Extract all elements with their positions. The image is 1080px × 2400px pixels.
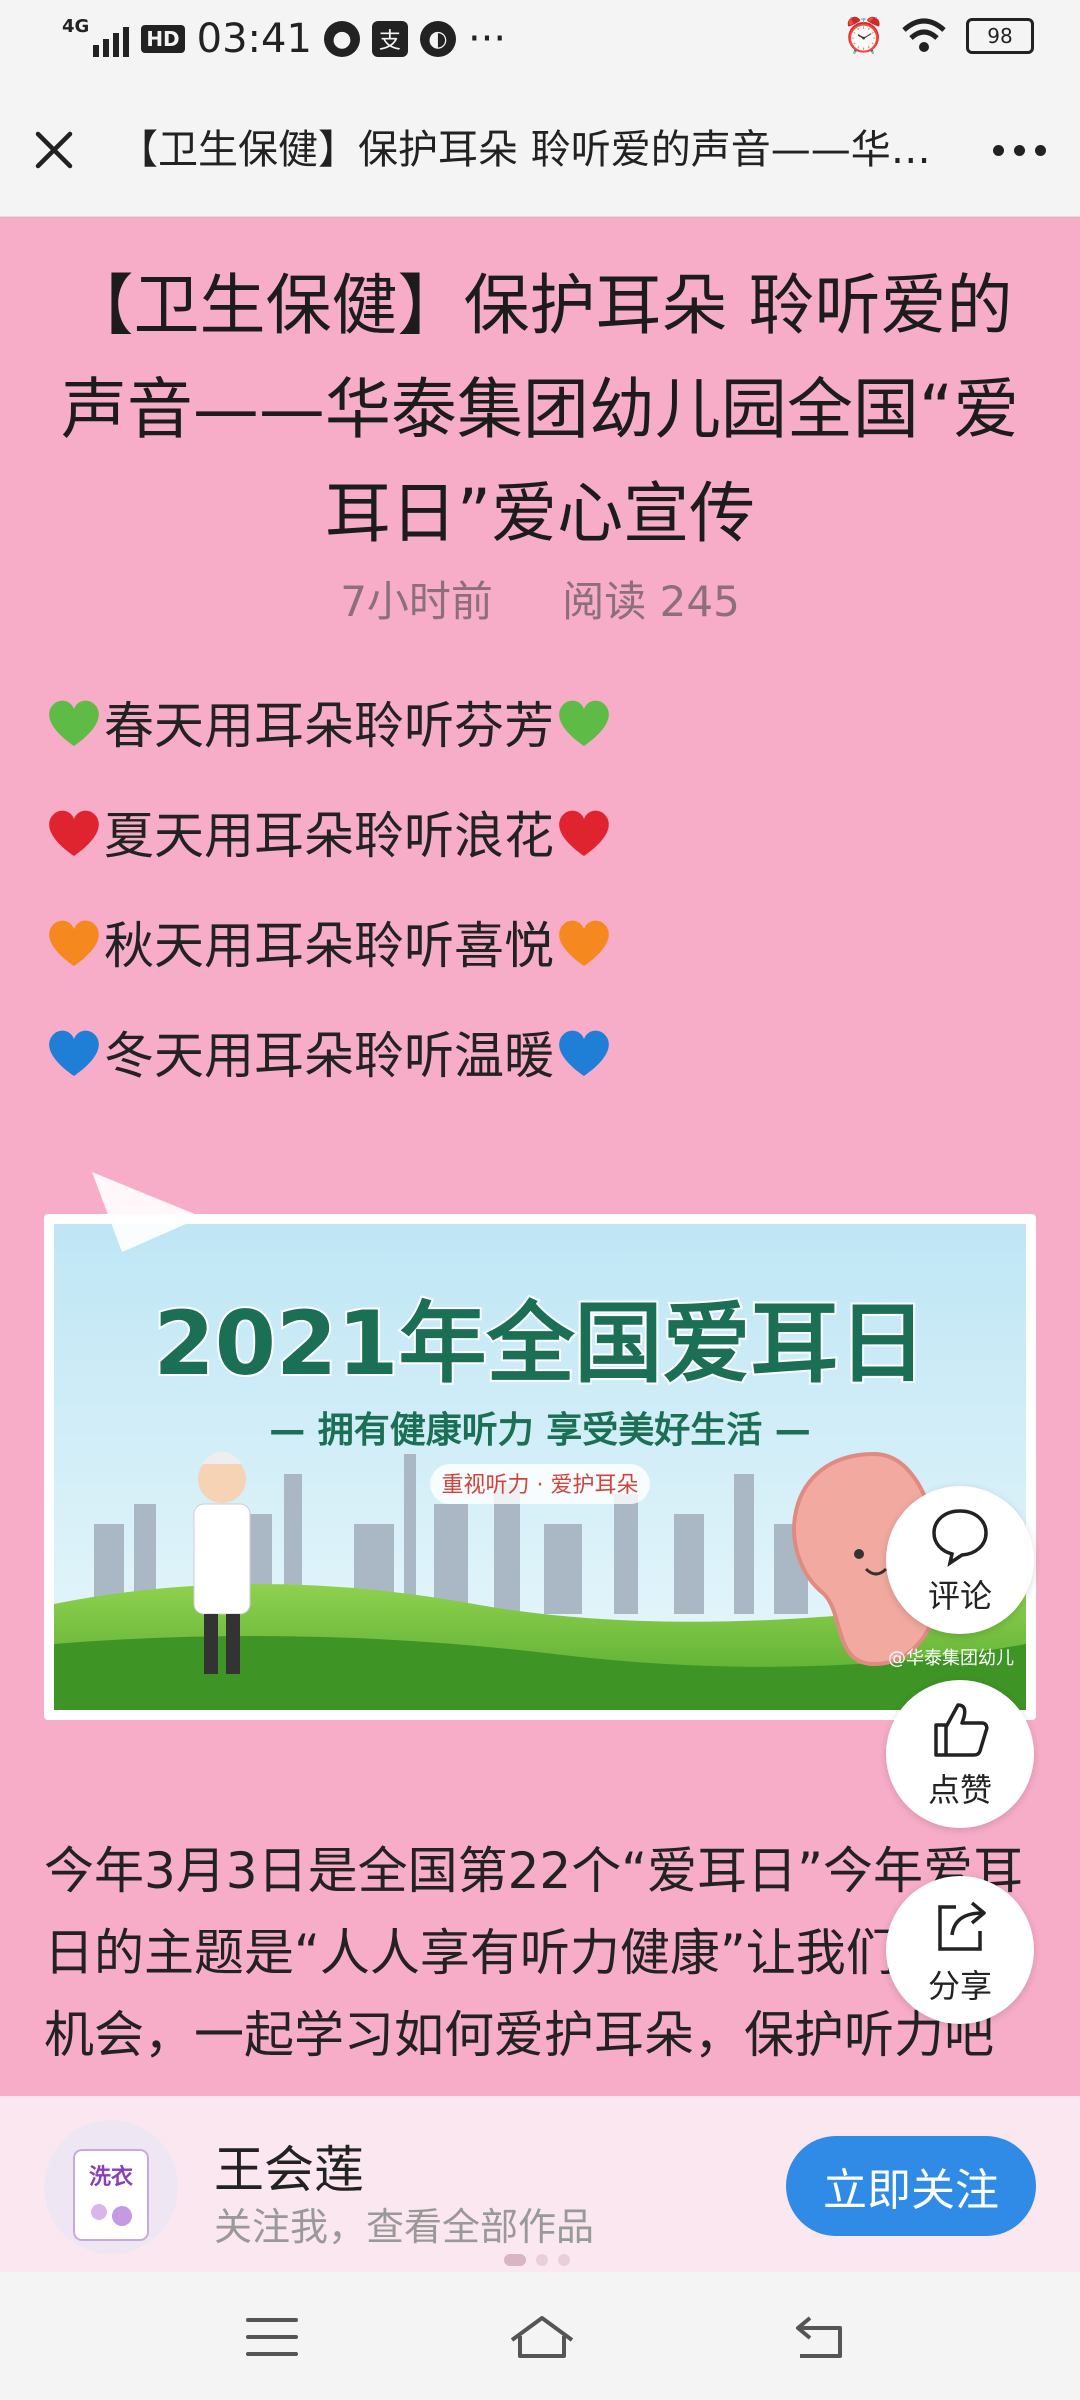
- battery-indicator: 98: [966, 18, 1034, 54]
- close-icon[interactable]: [26, 122, 82, 178]
- like-button[interactable]: 点赞: [886, 1680, 1034, 1828]
- season-text: 夏天用耳朵聆听浪花: [104, 807, 554, 865]
- season-line-summer: 夏天用耳朵聆听浪花: [44, 796, 614, 868]
- follow-button[interactable]: 立即关注: [786, 2136, 1036, 2236]
- page-indicator: [504, 2254, 570, 2266]
- banner-image[interactable]: 2021年全国爱耳日 — 拥有健康听力 享受美好生活 — 重视听力 · 爱护耳朵…: [44, 1214, 1036, 1720]
- clock: 03:41: [196, 16, 312, 62]
- article-title: 【卫生保健】保护耳朵 聆听爱的声音——华泰集团幼儿园全国“爱耳日”爱心宣传: [60, 267, 1020, 552]
- read-count: 阅读 245: [562, 577, 740, 626]
- like-label: 点赞: [927, 1771, 992, 1809]
- green-heart-icon: [559, 700, 609, 746]
- share-button[interactable]: 分享: [886, 1876, 1034, 2024]
- signal-icon: [93, 21, 130, 57]
- season-line-spring: 春天用耳朵聆听芬芳: [44, 686, 614, 758]
- status-left: 4G HD 03:41 ● 支 ◐ ···: [62, 16, 506, 62]
- banner-watermark: @华泰集团幼儿: [888, 1648, 1014, 1669]
- comment-icon: [932, 1509, 988, 1567]
- red-heart-icon: [49, 810, 99, 856]
- message-icon: ●: [323, 21, 360, 57]
- comment-button[interactable]: 评论: [886, 1486, 1034, 1634]
- blue-heart-icon: [49, 1030, 99, 1076]
- back-icon[interactable]: [790, 2312, 850, 2362]
- post-time: 7小时前: [340, 577, 493, 626]
- network-label: 4G: [62, 16, 90, 37]
- home-icon[interactable]: [506, 2312, 578, 2362]
- banner-headline: 2021年全国爱耳日: [154, 1292, 927, 1395]
- menu-icon[interactable]: [242, 2312, 302, 2362]
- red-heart-icon: [559, 810, 609, 856]
- alarm-icon: ⏰: [842, 16, 886, 56]
- season-text: 秋天用耳朵聆听喜悦: [104, 917, 554, 975]
- orange-heart-icon: [559, 920, 609, 966]
- season-line-winter: 冬天用耳朵聆听温暖: [44, 1016, 614, 1088]
- more-notifications-icon: ···: [467, 16, 507, 62]
- title-bar: 【卫生保健】保护耳朵 聆听爱的声音——华泰集团幼儿园全国“爱耳日”爱心宣传: [0, 84, 1080, 217]
- share-icon: [938, 1901, 986, 1951]
- wifi-icon: [902, 18, 946, 52]
- status-right: ⏰ 98: [842, 16, 1034, 56]
- compass-icon: ◐: [419, 21, 456, 57]
- banner-tag: 重视听力 · 爱护耳朵: [442, 1473, 639, 1498]
- more-icon[interactable]: [984, 122, 1054, 178]
- banner-slogan: — 拥有健康听力 享受美好生活 —: [269, 1409, 811, 1451]
- status-bar: 4G HD 03:41 ● 支 ◐ ··· ⏰ 98: [0, 0, 1080, 84]
- comment-label: 评论: [927, 1577, 992, 1615]
- avatar-text: 洗衣: [89, 2164, 133, 2190]
- author-name[interactable]: 王会莲: [214, 2130, 364, 2202]
- share-label: 分享: [927, 1967, 992, 2005]
- follow-bar: 洗衣 王会莲 关注我，查看全部作品 立即关注: [0, 2096, 1080, 2272]
- hd-badge: HD: [141, 25, 185, 53]
- page-title: 【卫生保健】保护耳朵 聆听爱的声音——华泰集团幼儿园全国“爱耳日”爱心宣传: [118, 127, 960, 173]
- thumbs-up-icon: [934, 1703, 989, 1757]
- article-meta: 7小时前 阅读 245: [0, 568, 1080, 629]
- season-text: 冬天用耳朵聆听温暖: [104, 1027, 554, 1085]
- alipay-icon: 支: [371, 21, 408, 57]
- green-heart-icon: [49, 700, 99, 746]
- avatar[interactable]: 洗衣: [44, 2120, 178, 2254]
- orange-heart-icon: [49, 920, 99, 966]
- author-subtitle: 关注我，查看全部作品: [214, 2205, 595, 2249]
- season-line-autumn: 秋天用耳朵聆听喜悦: [44, 906, 614, 978]
- blue-heart-icon: [559, 1030, 609, 1076]
- system-nav-bar: [0, 2272, 1080, 2400]
- season-text: 春天用耳朵聆听芬芳: [104, 697, 554, 755]
- paper-plane-icon: [92, 1172, 202, 1252]
